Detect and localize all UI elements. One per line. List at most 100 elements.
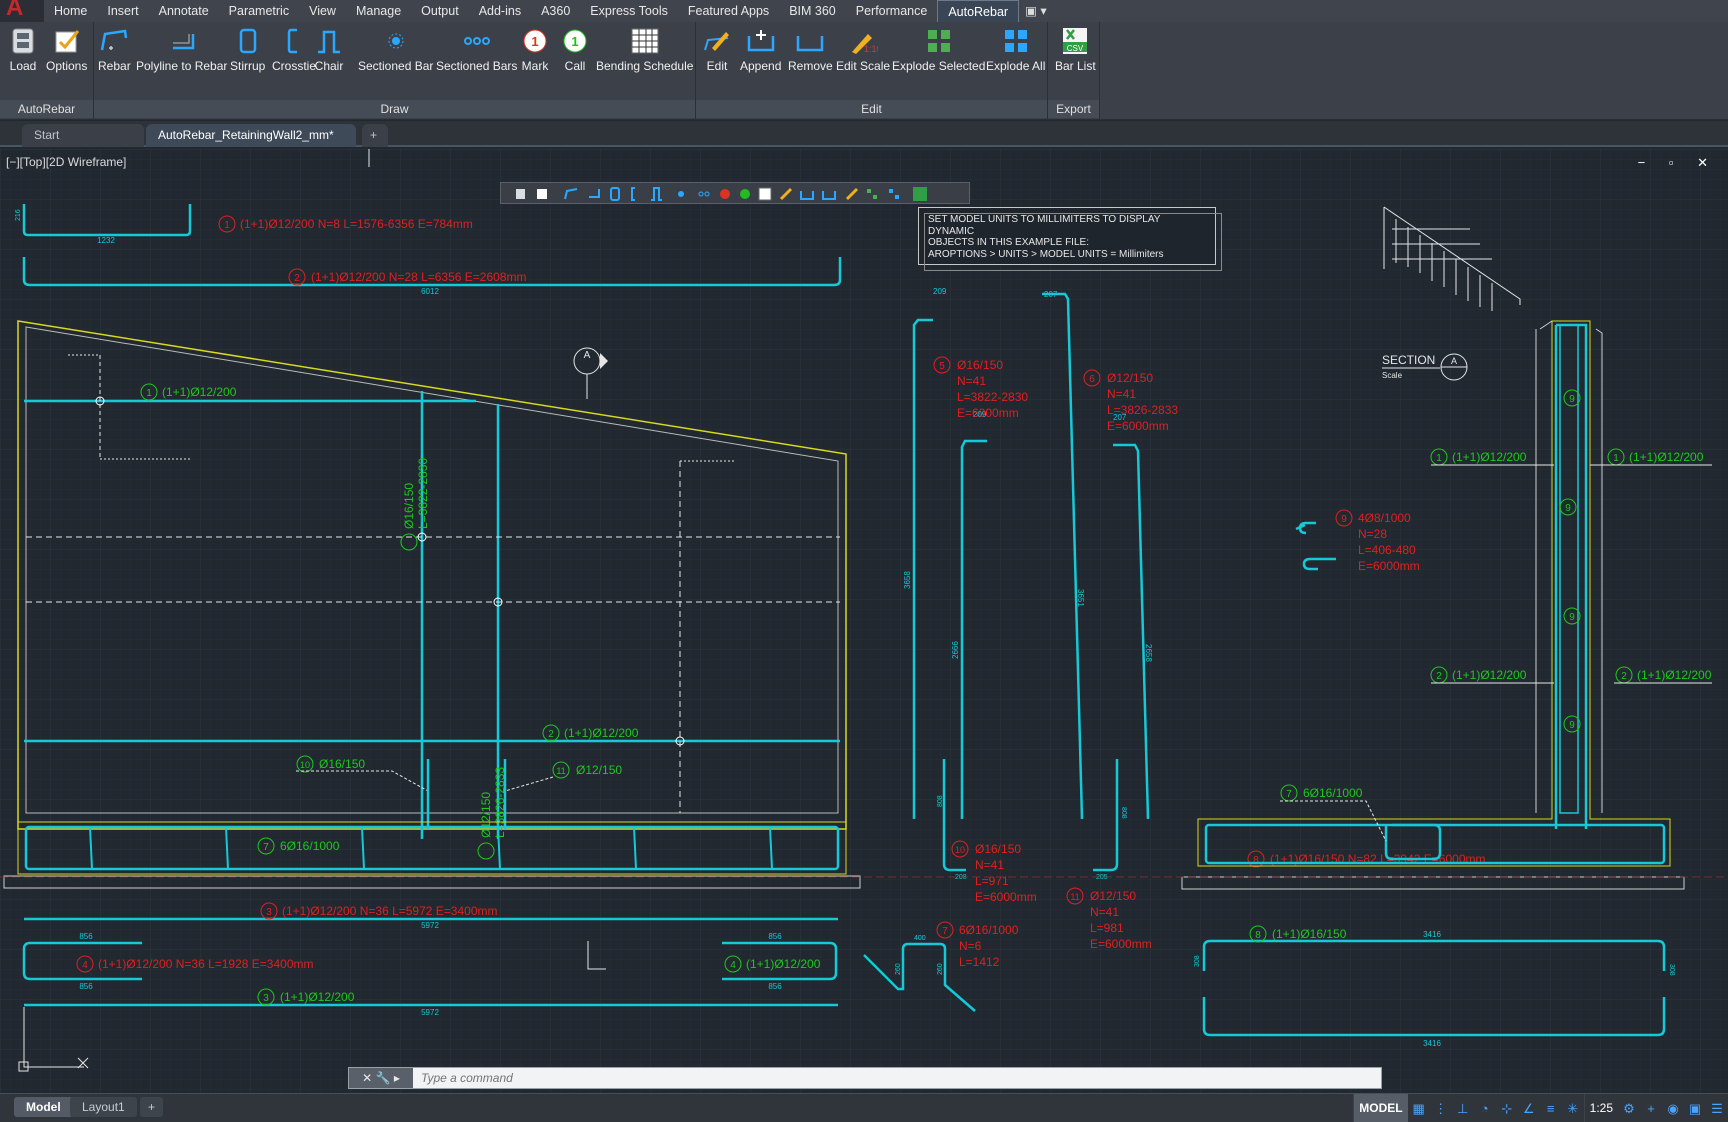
dim-205: 205 [1096, 874, 1108, 881]
command-line-tools[interactable]: ✕ 🔧 ▸ [349, 1068, 413, 1088]
edit-scale-button[interactable]: 1:10 Edit Scale [836, 26, 890, 73]
call-5-text: Ø16/150 [402, 483, 416, 529]
remove-button[interactable]: Remove [788, 26, 833, 73]
sectioned-bars-button[interactable]: Sectioned Bars [436, 26, 517, 73]
call-7-num: 7 [263, 842, 269, 853]
crosstie-button[interactable]: Crosstie [272, 26, 316, 73]
bar-mark-2-num: 2 [294, 273, 300, 284]
tab-express-tools[interactable]: Express Tools [580, 0, 678, 22]
tab-annotate[interactable]: Annotate [149, 0, 219, 22]
dim-3658: 3658 [903, 571, 912, 589]
plus-icon[interactable]: + [1640, 1094, 1662, 1122]
dim-6012: 6012 [421, 287, 439, 296]
tab-view[interactable]: View [299, 0, 346, 22]
model-space-button[interactable]: MODEL [1353, 1094, 1408, 1122]
explode-all-button[interactable]: Explode All [986, 26, 1045, 73]
bending-schedule-button[interactable]: Bending Schedule [596, 26, 693, 73]
bar-label-3: (1+1)Ø12/200 N=36 L=5972 E=3400mm [282, 904, 497, 918]
polyline-to-rebar-label: Polyline to Rebar [136, 59, 228, 73]
explode-selected-button[interactable]: Explode Selected [892, 26, 985, 73]
mark-button[interactable]: 1 Mark [520, 26, 550, 73]
viewport-window-controls[interactable]: − ▫ ✕ [1638, 155, 1718, 171]
viewport-controls[interactable]: [−][Top][2D Wireframe] [6, 155, 126, 169]
chair-label: Chair [314, 59, 344, 73]
options-icon [55, 30, 79, 53]
svg-text:1: 1 [531, 34, 538, 49]
dim-856-d: 856 [768, 982, 782, 991]
tab-model[interactable]: Model [14, 1097, 73, 1117]
tab-add-ins[interactable]: Add-ins [469, 0, 531, 22]
snap-icon[interactable]: ⋮ [1430, 1094, 1452, 1122]
dim-3416-a: 3416 [1423, 930, 1441, 939]
bar-mark-4-num: 4 [82, 960, 88, 971]
call-4-num: 4 [730, 960, 736, 971]
application-menu-icon[interactable]: A [0, 0, 44, 22]
tab-output[interactable]: Output [411, 0, 469, 22]
polyline-to-rebar-icon [172, 34, 194, 50]
command-input[interactable] [413, 1068, 1381, 1088]
drawing-canvas[interactable]: 1232 216 1 (1+1)Ø12/200 N=8 L=1576-6356 … [0, 149, 1728, 1093]
rebar-button[interactable]: Rebar [98, 26, 131, 73]
osnap-icon[interactable]: ⊹ [1496, 1094, 1518, 1122]
document-tabs: Start AutoRebar_RetainingWall2_mm* ✕ + [0, 121, 1728, 165]
tab-home[interactable]: Home [44, 0, 97, 22]
append-label: Append [740, 59, 782, 73]
tab-insert[interactable]: Insert [97, 0, 148, 22]
options-button[interactable]: Options [46, 26, 87, 73]
tab-a360[interactable]: A360 [531, 0, 580, 22]
tab-bim360[interactable]: BIM 360 [779, 0, 846, 22]
gear-icon[interactable]: ⚙ [1618, 1094, 1640, 1122]
polyline-to-rebar-button[interactable]: Polyline to Rebar [136, 26, 227, 73]
mark-6-line2: N=41 [1107, 387, 1136, 401]
tab-autorebar[interactable]: AutoRebar [937, 0, 1020, 22]
append-button[interactable]: Append [740, 26, 781, 73]
tab-featured-apps[interactable]: Featured Apps [678, 0, 779, 22]
bar-list-button[interactable]: CSV Bar List [1055, 26, 1096, 73]
tab-layout1[interactable]: Layout1 [70, 1097, 137, 1117]
add-layout-button[interactable]: + [140, 1097, 164, 1117]
chair-button[interactable]: Chair [314, 26, 344, 73]
polar-icon[interactable]: ◔ [1474, 1094, 1496, 1122]
bending-schedule-icon [631, 28, 659, 54]
lineweight-icon[interactable]: ≡ [1540, 1094, 1562, 1122]
customize-icon[interactable]: ☰ [1706, 1094, 1728, 1122]
mark-9-line1: 4Ø8/1000 [1358, 511, 1411, 525]
dim-308-a: 308 [1194, 955, 1201, 967]
section-title: SECTION [1382, 353, 1435, 367]
tab-document[interactable]: AutoRebar_RetainingWall2_mm* ✕ [146, 124, 356, 165]
isolate-icon[interactable]: ◉ [1662, 1094, 1684, 1122]
section-title-letter: A [1451, 356, 1457, 366]
load-button[interactable]: Load [8, 26, 38, 73]
document-tab-label: AutoRebar_RetainingWall2_mm* [158, 128, 334, 142]
fullscreen-icon[interactable]: ▣ [1684, 1094, 1706, 1122]
call-button[interactable]: 1 Call [560, 26, 590, 73]
sectioned-bar-button[interactable]: Sectioned Bar [358, 26, 433, 73]
dim-209-a: 209 [933, 287, 947, 296]
ortho-icon[interactable]: ⊥ [1452, 1094, 1474, 1122]
grid-icon[interactable]: ▦ [1408, 1094, 1430, 1122]
panel-draw: Rebar Polyline to Rebar Stirrup Crosstie… [94, 22, 696, 120]
tab-performance[interactable]: Performance [846, 0, 938, 22]
drawing-area[interactable]: 1232 216 1 (1+1)Ø12/200 N=8 L=1576-6356 … [0, 149, 1728, 1093]
call-8-num: 8 [1255, 930, 1261, 941]
stirrup-button[interactable]: Stirrup [230, 26, 265, 73]
dim-400: 400 [914, 935, 926, 942]
autorebar-floating-toolbar[interactable] [500, 182, 970, 204]
mark-11-line3: L=981 [1090, 921, 1124, 935]
panel-export: CSV Bar List Export [1048, 22, 1100, 120]
otrack-icon[interactable]: ∠ [1518, 1094, 1540, 1122]
workspace-toggle-button[interactable]: ▣ ▾ [1019, 0, 1053, 22]
new-tab-button[interactable]: + [362, 124, 388, 147]
tab-manage[interactable]: Manage [346, 0, 411, 22]
explode-selected-label: Explode Selected [892, 59, 986, 73]
floating-toolbar-icons[interactable] [501, 183, 971, 205]
annotation-scale[interactable]: 1:25 [1583, 1094, 1618, 1122]
annotation-icon[interactable]: ✳ [1562, 1094, 1584, 1122]
section-call-2-right-num: 2 [1621, 671, 1627, 682]
edit-button[interactable]: Edit [702, 26, 732, 73]
tab-parametric[interactable]: Parametric [219, 0, 299, 22]
call-1-num: 1 [146, 388, 152, 399]
dim-856-c: 856 [768, 932, 782, 941]
call-11-num: 11 [556, 766, 565, 776]
tab-start[interactable]: Start [22, 124, 144, 147]
